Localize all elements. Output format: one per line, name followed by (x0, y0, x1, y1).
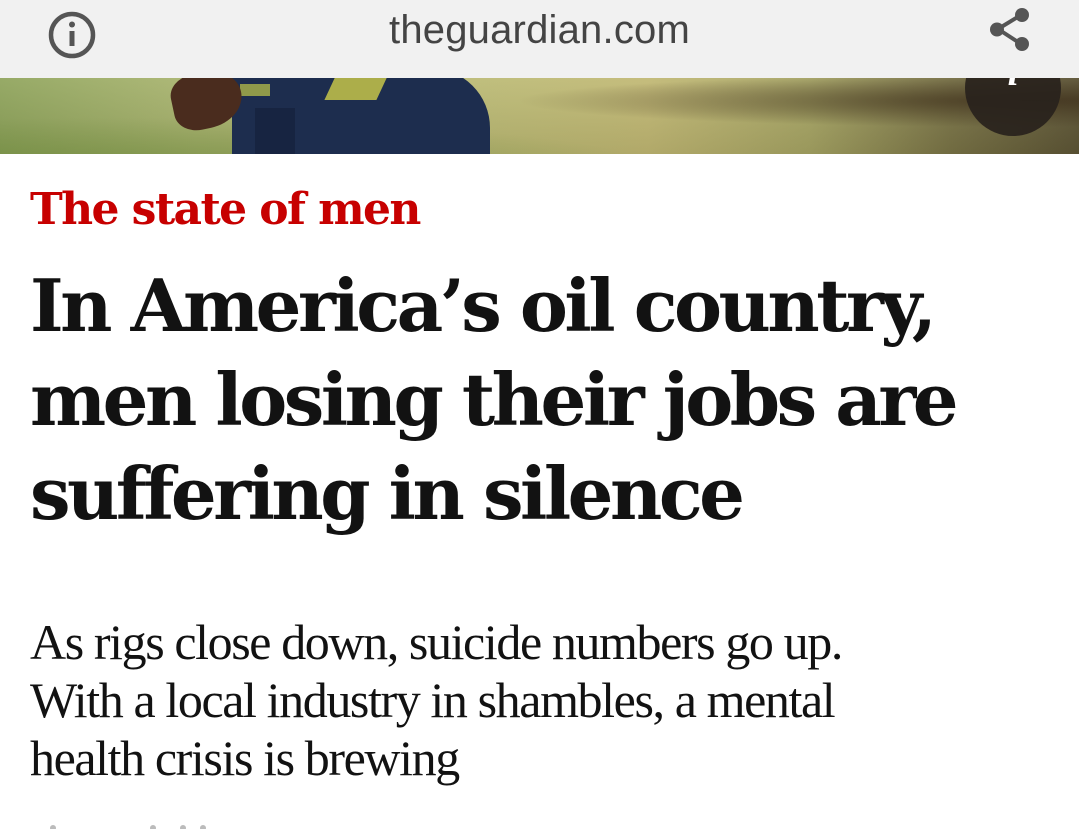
url-domain[interactable]: theguardian.com (0, 8, 1079, 53)
browser-url-bar: theguardian.com (0, 0, 1079, 78)
caption-info-icon: i (1007, 78, 1018, 92)
standfirst-line: As rigs close down, suicide numbers go u… (30, 614, 843, 670)
image-caption-button[interactable]: i (965, 78, 1061, 136)
article-standfirst: As rigs close down, suicide numbers go u… (30, 613, 1060, 787)
next-content-edge (30, 822, 230, 829)
article-headline: In America’s oil country, men losing the… (30, 259, 1060, 541)
headline-line: In America’s oil country, (30, 263, 937, 348)
article-kicker[interactable]: The state of men (30, 184, 421, 235)
standfirst-line: With a local industry in shambles, a men… (30, 672, 836, 728)
headline-line: suffering in silence (30, 451, 745, 536)
headline-line: men losing their jobs are (30, 357, 959, 442)
share-icon (990, 8, 1029, 51)
share-button[interactable] (982, 2, 1038, 58)
standfirst-line: health crisis is brewing (30, 730, 460, 786)
